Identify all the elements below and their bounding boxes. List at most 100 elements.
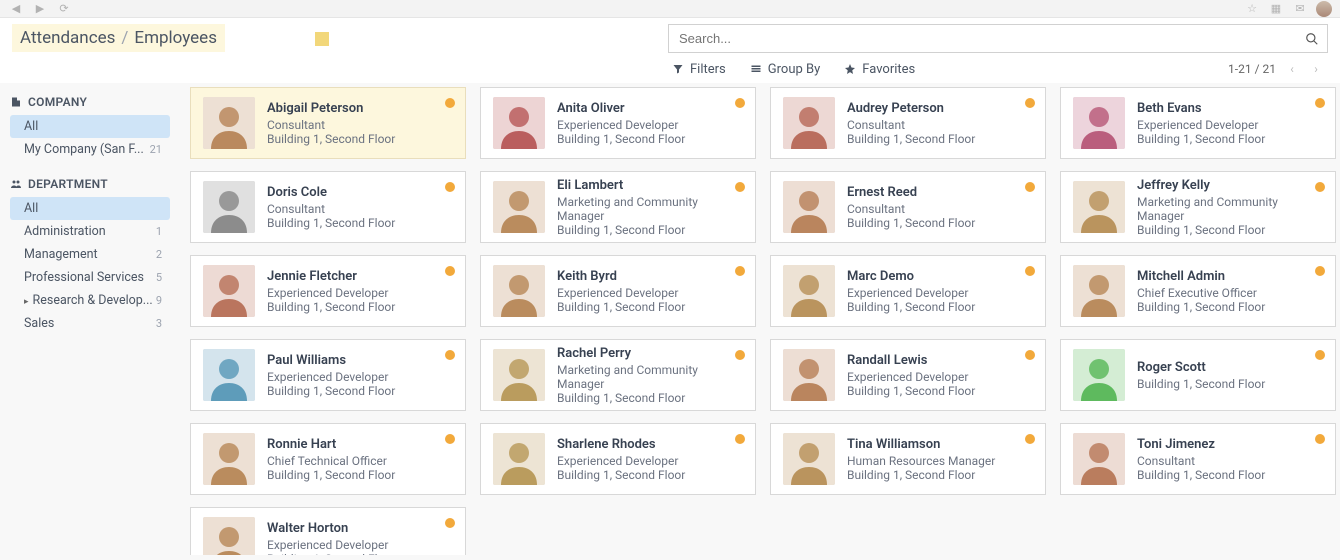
employee-avatar — [783, 97, 835, 149]
reload-icon[interactable]: ⟳ — [56, 1, 72, 17]
employee-role: Chief Technical Officer — [267, 454, 453, 468]
employee-card[interactable]: Jeffrey Kelly Marketing and Community Ma… — [1060, 171, 1336, 243]
employee-card[interactable]: Sharlene Rhodes Experienced Developer Bu… — [480, 423, 756, 495]
employee-role: Chief Executive Officer — [1137, 286, 1323, 300]
favorites-button[interactable]: Favorites — [844, 62, 915, 77]
employee-name: Toni Jimenez — [1137, 437, 1323, 452]
search-input[interactable] — [669, 25, 1297, 52]
employee-location: Building 1, Second Floor — [1137, 300, 1323, 314]
employee-avatar — [1073, 349, 1125, 401]
employee-name: Tina Williamson — [847, 437, 1033, 452]
employee-avatar — [493, 433, 545, 485]
employee-card[interactable]: Eli Lambert Marketing and Community Mana… — [480, 171, 756, 243]
sidebar-department-item[interactable]: Administration1 — [10, 220, 170, 243]
sidebar-department-all[interactable]: All — [10, 197, 170, 220]
employee-role: Consultant — [267, 118, 453, 132]
employee-card[interactable]: Anita Oliver Experienced Developer Build… — [480, 87, 756, 159]
employee-avatar — [203, 517, 255, 555]
employee-card[interactable]: Audrey Peterson Consultant Building 1, S… — [770, 87, 1046, 159]
employee-name: Ronnie Hart — [267, 437, 453, 452]
pager-next[interactable]: › — [1308, 61, 1324, 77]
groupby-button[interactable]: Group By — [750, 62, 821, 77]
employee-card[interactable]: Rachel Perry Marketing and Community Man… — [480, 339, 756, 411]
highlight-marker — [315, 32, 329, 46]
employee-name: Mitchell Admin — [1137, 269, 1323, 284]
employee-name: Sharlene Rhodes — [557, 437, 743, 452]
employee-name: Randall Lewis — [847, 353, 1033, 368]
caret-icon: ▸ — [24, 297, 29, 307]
employee-name: Abigail Peterson — [267, 101, 453, 116]
employee-location: Building 1, Second Floor — [557, 468, 743, 482]
employee-card[interactable]: Doris Cole Consultant Building 1, Second… — [190, 171, 466, 243]
search-icon[interactable] — [1297, 32, 1327, 46]
employee-role: Experienced Developer — [557, 286, 743, 300]
employee-card[interactable]: Marc Demo Experienced Developer Building… — [770, 255, 1046, 327]
status-dot — [735, 98, 745, 108]
status-dot — [1025, 98, 1035, 108]
control-bar: Attendances / Employees Filters Group By — [0, 18, 1340, 83]
employee-card[interactable]: Roger Scott Building 1, Second Floor — [1060, 339, 1336, 411]
employee-location: Building 1, Second Floor — [1137, 377, 1323, 391]
forward-icon[interactable]: ▶ — [32, 1, 48, 17]
users-icon — [10, 178, 22, 190]
status-dot — [1025, 350, 1035, 360]
employee-location: Building 1, Second Floor — [847, 216, 1033, 230]
employee-avatar — [1073, 433, 1125, 485]
sidebar-company-all[interactable]: All — [10, 115, 170, 138]
employee-location: Building 1, Second Floor — [267, 216, 453, 230]
employee-card[interactable]: Beth Evans Experienced Developer Buildin… — [1060, 87, 1336, 159]
employee-avatar — [1073, 265, 1125, 317]
employee-avatar — [493, 265, 545, 317]
employee-card[interactable]: Jennie Fletcher Experienced Developer Bu… — [190, 255, 466, 327]
employee-card[interactable]: Toni Jimenez Consultant Building 1, Seco… — [1060, 423, 1336, 495]
search-bar[interactable] — [668, 24, 1328, 53]
employee-role: Human Resources Manager — [847, 454, 1033, 468]
employee-location: Building 1, Second Floor — [847, 468, 1033, 482]
apps-icon[interactable]: ▦ — [1268, 1, 1284, 17]
employee-role: Experienced Developer — [267, 286, 453, 300]
status-dot — [445, 434, 455, 444]
employee-location: Building 1, Second Floor — [1137, 132, 1323, 146]
employee-location: Building 1, Second Floor — [267, 468, 453, 482]
employee-card[interactable]: Paul Williams Experienced Developer Buil… — [190, 339, 466, 411]
employee-avatar — [783, 265, 835, 317]
employee-avatar — [203, 349, 255, 401]
employee-name: Roger Scott — [1137, 360, 1323, 375]
employee-card[interactable]: Walter Horton Experienced Developer Buil… — [190, 507, 466, 555]
status-dot — [445, 182, 455, 192]
employee-card[interactable]: Randall Lewis Experienced Developer Buil… — [770, 339, 1046, 411]
employee-avatar — [203, 181, 255, 233]
sidebar-department-item[interactable]: ▸Research & Develop...9 — [10, 289, 170, 312]
employee-name: Ernest Reed — [847, 185, 1033, 200]
employee-location: Building 1, Second Floor — [557, 300, 743, 314]
status-dot — [1315, 350, 1325, 360]
employee-role: Marketing and Community Manager — [1137, 195, 1323, 223]
employee-role: Marketing and Community Manager — [557, 195, 743, 223]
profile-avatar[interactable] — [1316, 1, 1332, 17]
bookmark-icon[interactable]: ☆ — [1244, 1, 1260, 17]
employee-card[interactable]: Tina Williamson Human Resources Manager … — [770, 423, 1046, 495]
employee-card[interactable]: Mitchell Admin Chief Executive Officer B… — [1060, 255, 1336, 327]
sidebar-department-item[interactable]: Professional Services5 — [10, 266, 170, 289]
sidebar-company-item[interactable]: My Company (San F...21 — [10, 138, 170, 161]
back-icon[interactable]: ◀ — [8, 1, 24, 17]
sidebar-department-item[interactable]: Sales3 — [10, 312, 170, 335]
cards-area: Abigail Peterson Consultant Building 1, … — [180, 83, 1340, 555]
browser-topbar: ◀ ▶ ⟳ ☆ ▦ ✉ — [0, 0, 1340, 18]
employee-role: Experienced Developer — [847, 286, 1033, 300]
pager-prev[interactable]: ‹ — [1284, 61, 1300, 77]
breadcrumb-root[interactable]: Attendances — [20, 28, 115, 48]
employee-location: Building 1, Second Floor — [847, 300, 1033, 314]
employee-location: Building 1, Second Floor — [847, 384, 1033, 398]
sidebar-department-item[interactable]: Management2 — [10, 243, 170, 266]
employee-card[interactable]: Ronnie Hart Chief Technical Officer Buil… — [190, 423, 466, 495]
employee-card[interactable]: Abigail Peterson Consultant Building 1, … — [190, 87, 466, 159]
employee-name: Anita Oliver — [557, 101, 743, 116]
filters-button[interactable]: Filters — [672, 62, 726, 77]
employee-name: Walter Horton — [267, 521, 453, 536]
messages-icon[interactable]: ✉ — [1292, 1, 1308, 17]
employee-name: Audrey Peterson — [847, 101, 1033, 116]
employee-avatar — [493, 181, 545, 233]
employee-card[interactable]: Ernest Reed Consultant Building 1, Secon… — [770, 171, 1046, 243]
employee-card[interactable]: Keith Byrd Experienced Developer Buildin… — [480, 255, 756, 327]
